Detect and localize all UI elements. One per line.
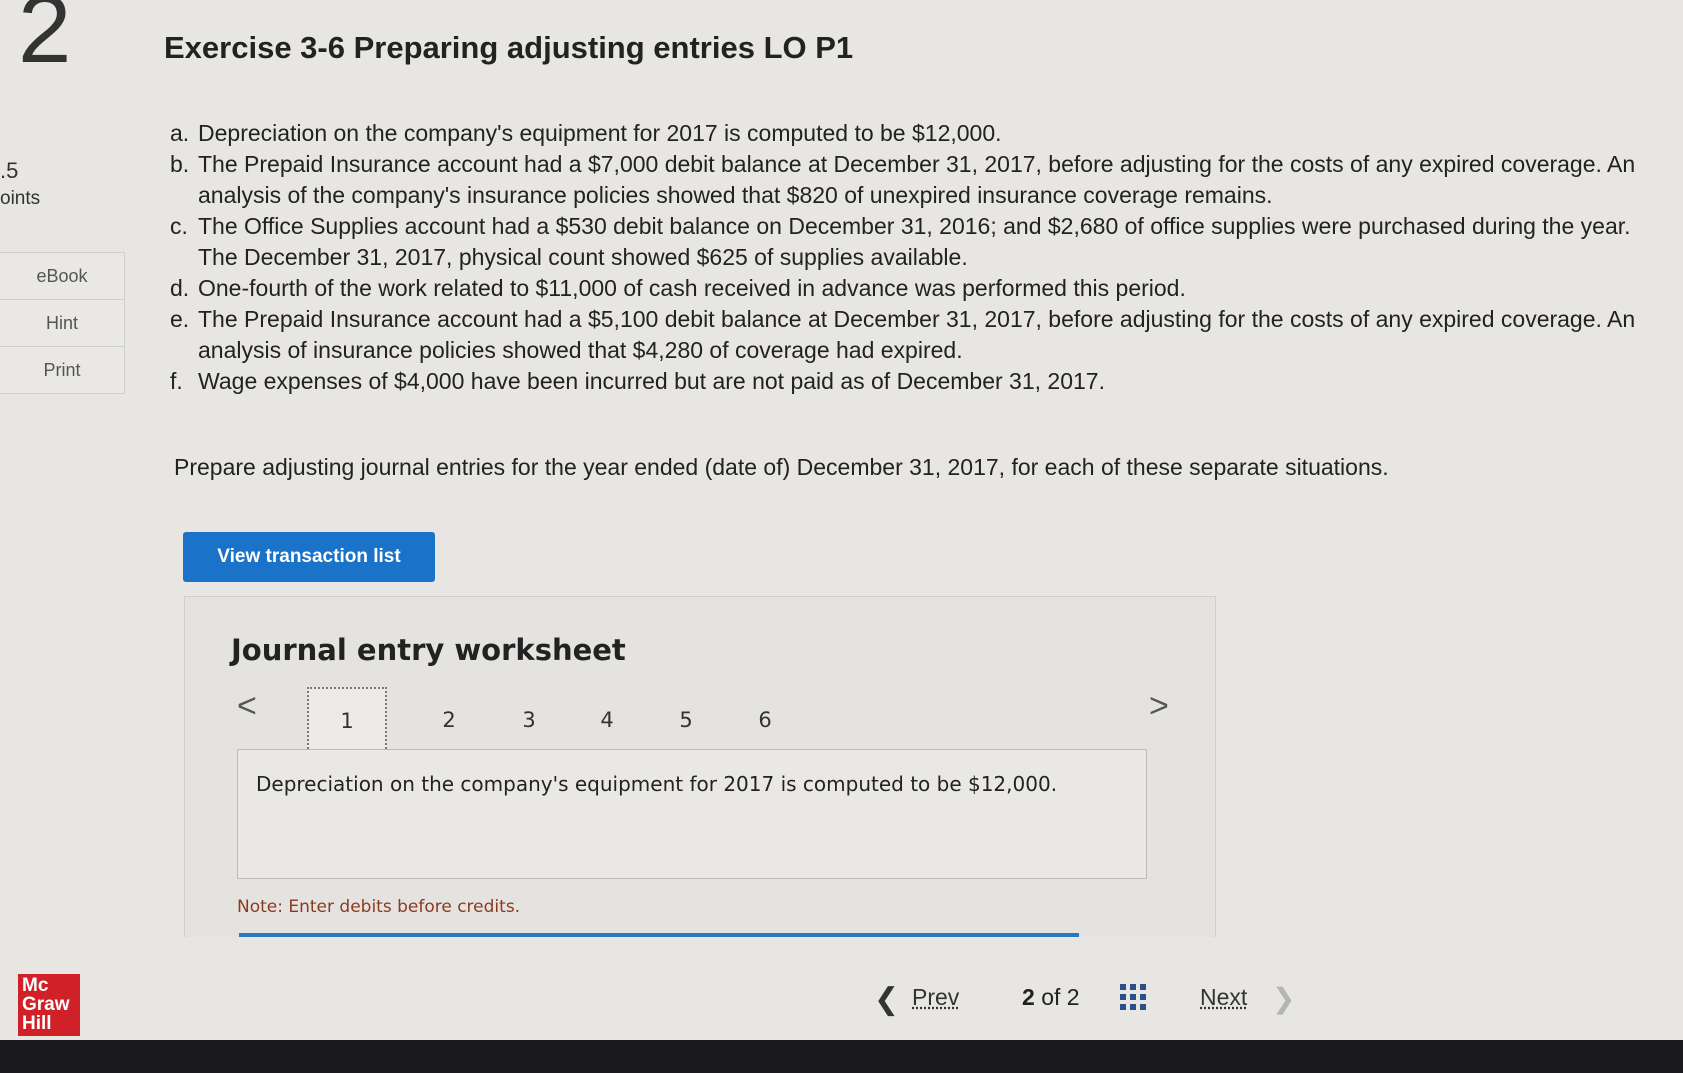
exercise-item-c: c. The Office Supplies account had a $53… [170,211,1650,273]
assignment-page: 2 .5 oints eBook Hint Print Mc Graw Hill… [0,0,1683,1040]
worksheet-next-arrow-icon[interactable]: > [1149,689,1169,723]
item-text: The Prepaid Insurance account had a $7,0… [198,151,1636,208]
worksheet-tab-1[interactable]: 1 [307,687,387,753]
worksheet-title: Journal entry worksheet [231,633,626,667]
worksheet-tab-2[interactable]: 2 [409,687,489,753]
item-text: Depreciation on the company's equipment … [198,120,1002,146]
total-pages: 2 [1066,984,1080,1010]
prev-chevron-icon[interactable]: ❮ [874,982,899,1017]
item-letter: b. [170,151,190,177]
exercise-item-e: e. The Prepaid Insurance account had a $… [170,304,1650,366]
current-page: 2 [1022,984,1035,1010]
page-indicator: 2 of 2 [1022,984,1080,1011]
question-grid-icon[interactable] [1120,984,1146,1010]
question-number: 2 [18,0,72,83]
logo-line-3: Hill [22,1013,52,1034]
exercise-title: Exercise 3-6 Preparing adjusting entries… [164,30,854,65]
prev-button[interactable]: Prev [912,984,959,1011]
exercise-items: a. Depreciation on the company's equipme… [170,118,1650,397]
journal-entry-worksheet: Journal entry worksheet < 1 2 3 4 5 6 > … [184,596,1216,937]
hint-button[interactable]: Hint [0,299,125,346]
print-button[interactable]: Print [0,346,125,394]
worksheet-prev-arrow-icon[interactable]: < [237,689,257,723]
transaction-description: Depreciation on the company's equipment … [237,749,1147,879]
logo-line-2: Graw [22,994,70,1015]
page-of: of [1041,984,1061,1010]
view-transaction-list-button[interactable]: View transaction list [183,532,435,582]
next-chevron-icon[interactable]: ❯ [1272,982,1295,1015]
worksheet-tab-6[interactable]: 6 [725,687,805,753]
ebook-button[interactable]: eBook [0,252,125,299]
item-letter: e. [170,306,190,332]
item-text: The Office Supplies account had a $530 d… [198,213,1631,270]
logo-line-1: Mc [22,975,49,996]
item-letter: d. [170,275,190,301]
item-text: Wage expenses of $4,000 have been incurr… [198,368,1105,394]
item-letter: c. [170,213,188,239]
exercise-item-a: a. Depreciation on the company's equipme… [170,118,1650,149]
worksheet-tab-5[interactable]: 5 [646,687,726,753]
mcgraw-hill-logo: Mc Graw Hill [18,974,80,1036]
worksheet-tab-3[interactable]: 3 [489,687,569,753]
journal-table-header-strip [239,933,1079,937]
instruction-text: Prepare adjusting journal entries for th… [174,454,1389,480]
next-button[interactable]: Next [1200,984,1247,1011]
item-text: The Prepaid Insurance account had a $5,1… [198,306,1636,363]
item-text: One-fourth of the work related to $11,00… [198,275,1186,301]
exercise-item-d: d. One-fourth of the work related to $11… [170,273,1650,304]
debit-credit-note: Note: Enter debits before credits. [237,897,521,917]
worksheet-tab-4[interactable]: 4 [567,687,647,753]
exercise-item-b: b. The Prepaid Insurance account had a $… [170,149,1650,211]
item-letter: a. [170,120,190,146]
item-letter: f. [170,368,183,394]
points-value: .5 [0,158,19,183]
points-label: oints [0,188,41,209]
screen-bezel [0,1040,1683,1073]
exercise-item-f: f. Wage expenses of $4,000 have been inc… [170,366,1650,397]
